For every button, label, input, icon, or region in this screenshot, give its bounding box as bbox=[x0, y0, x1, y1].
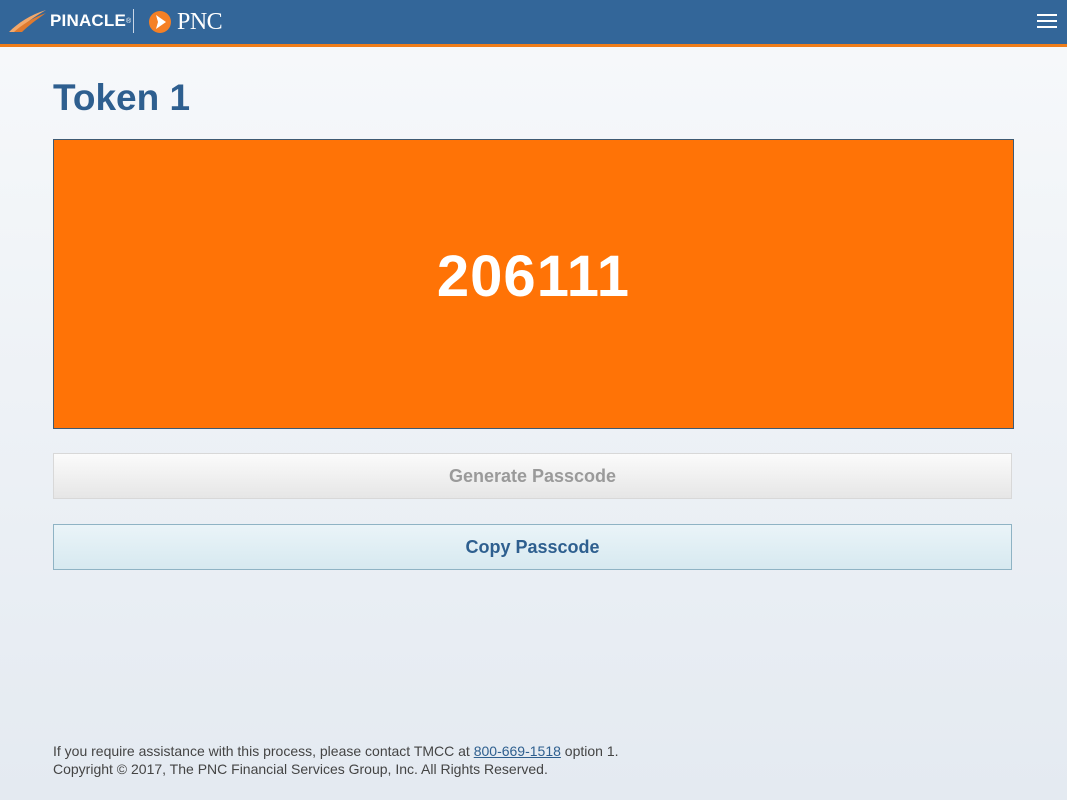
passcode-value: 206111 bbox=[436, 243, 631, 309]
footer: If you require assistance with this proc… bbox=[53, 742, 1013, 778]
copyright-text: Copyright © 2017, The PNC Financial Serv… bbox=[53, 761, 548, 777]
pinacle-logo: PINACLE ® bbox=[8, 8, 131, 34]
pnc-wordmark: PNC bbox=[177, 8, 223, 35]
help-suffix: option 1. bbox=[564, 743, 619, 759]
passcode-display: 206111 bbox=[53, 139, 1014, 429]
pnc-mark-icon bbox=[149, 11, 171, 33]
pnc-logo: PNC bbox=[148, 8, 223, 35]
registered-mark: ® bbox=[126, 17, 132, 25]
help-text: If you require assistance with this proc… bbox=[53, 742, 1013, 760]
copy-passcode-button[interactable]: Copy Passcode bbox=[53, 524, 1012, 570]
logo-divider bbox=[133, 9, 134, 33]
support-phone-link[interactable]: 800-669-1518 bbox=[474, 743, 561, 759]
page-title: Token 1 bbox=[53, 77, 191, 118]
generate-passcode-button[interactable]: Generate Passcode bbox=[53, 453, 1012, 499]
hamburger-menu-icon[interactable] bbox=[1037, 11, 1059, 31]
pinacle-wordmark: PINACLE bbox=[50, 11, 127, 30]
pinacle-swoosh-icon bbox=[9, 10, 46, 32]
top-navigation-bar: PINACLE ® PNC bbox=[0, 0, 1067, 47]
help-prefix: If you require assistance with this proc… bbox=[53, 743, 470, 759]
